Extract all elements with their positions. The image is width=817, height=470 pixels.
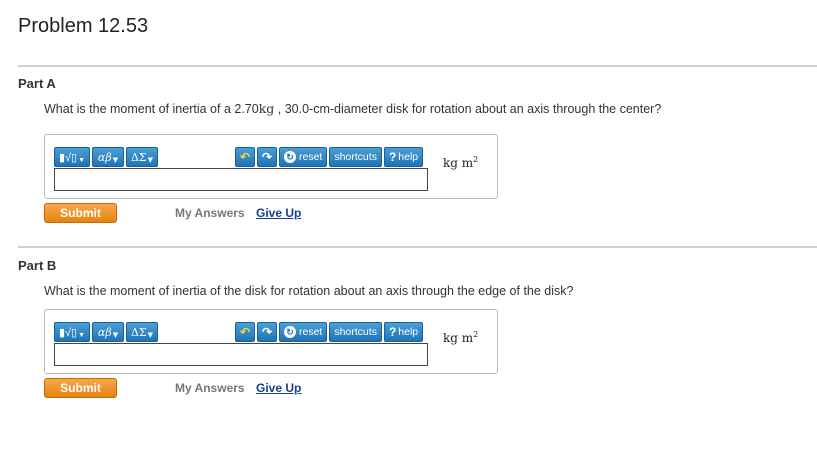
greek-dropdown-button[interactable]: αβ ▼ [92, 322, 124, 342]
part-a-question-text-1: What is the moment of inertia of a 2.70 [44, 102, 259, 116]
part-b-submit-button[interactable]: Submit [44, 378, 117, 398]
unit-exponent: 2 [473, 330, 479, 339]
templates-label: ▮√▯ [58, 151, 78, 164]
part-a-edit-tools: ↶ ↷ ↻ reset shortcuts ? help [235, 147, 425, 167]
shortcuts-button[interactable]: shortcuts [329, 147, 382, 167]
templates-dropdown-button[interactable]: ▮√▯ ▼ [54, 147, 90, 167]
part-b-give-up-link[interactable]: Give Up [256, 381, 301, 395]
reset-button[interactable]: ↻ reset [279, 322, 328, 342]
part-b-answer-input[interactable] [54, 343, 428, 366]
part-a-answer-box: ▮√▯ ▼ αβ ▼ ΔΣ ▼ ↶ ↷ ↻ reset shortcuts ? help … [44, 134, 498, 199]
part-b-my-answers-link[interactable]: My Answers [175, 381, 245, 395]
help-icon: ? [388, 325, 397, 339]
undo-icon: ↶ [239, 325, 251, 339]
page-title: Problem 12.53 [18, 15, 149, 37]
chevron-down-icon: ▼ [78, 156, 86, 164]
unit-text: kg m [443, 156, 474, 170]
reset-icon: ↻ [284, 151, 296, 163]
operators-dropdown-button[interactable]: ΔΣ ▼ [126, 322, 158, 342]
greek-label: αβ [97, 150, 112, 164]
redo-icon: ↷ [261, 325, 273, 339]
part-b-question: What is the moment of inertia of the dis… [44, 284, 574, 298]
undo-button[interactable]: ↶ [235, 322, 255, 342]
part-a-give-up-link[interactable]: Give Up [256, 206, 301, 220]
part-a-question: What is the moment of inertia of a 2.70k… [44, 101, 661, 116]
part-a-unit: kg m2 [443, 155, 478, 170]
redo-icon: ↷ [261, 150, 273, 164]
unit-text: kg m [443, 331, 474, 345]
part-b-answer-box: ▮√▯ ▼ αβ ▼ ΔΣ ▼ ↶ ↷ ↻ reset shortcuts ? help … [44, 309, 498, 374]
chevron-down-icon: ▼ [78, 331, 86, 339]
undo-button[interactable]: ↶ [235, 147, 255, 167]
undo-icon: ↶ [239, 150, 251, 164]
part-a-submit-button[interactable]: Submit [44, 203, 117, 223]
part-a-math-toolbar: ▮√▯ ▼ αβ ▼ ΔΣ ▼ [54, 147, 160, 167]
help-icon: ? [388, 150, 397, 164]
unit-exponent: 2 [473, 155, 479, 164]
operators-label: ΔΣ [130, 325, 147, 339]
help-label: help [398, 151, 419, 163]
greek-dropdown-button[interactable]: αβ ▼ [92, 147, 124, 167]
part-b-title: Part B [18, 258, 57, 273]
chevron-down-icon: ▼ [147, 331, 154, 339]
templates-dropdown-button[interactable]: ▮√▯ ▼ [54, 322, 90, 342]
chevron-down-icon: ▼ [147, 156, 154, 164]
part-a-my-answers-link[interactable]: My Answers [175, 206, 245, 220]
help-button[interactable]: ? help [383, 147, 424, 167]
divider [18, 65, 817, 67]
shortcuts-button[interactable]: shortcuts [329, 322, 382, 342]
divider [18, 246, 817, 248]
chevron-down-icon: ▼ [112, 156, 119, 164]
part-a-title: Part A [18, 76, 56, 91]
reset-label: reset [299, 151, 323, 163]
part-b-math-toolbar: ▮√▯ ▼ αβ ▼ ΔΣ ▼ [54, 322, 160, 342]
part-b-edit-tools: ↶ ↷ ↻ reset shortcuts ? help [235, 322, 425, 342]
reset-button[interactable]: ↻ reset [279, 147, 328, 167]
reset-icon: ↻ [284, 326, 296, 338]
greek-label: αβ [97, 325, 112, 339]
part-a-answer-input[interactable] [54, 168, 428, 191]
chevron-down-icon: ▼ [112, 331, 119, 339]
help-label: help [398, 326, 419, 338]
part-b-unit: kg m2 [443, 330, 478, 345]
reset-label: reset [299, 326, 323, 338]
operators-label: ΔΣ [130, 150, 147, 164]
help-button[interactable]: ? help [383, 322, 424, 342]
shortcuts-label: shortcuts [334, 326, 377, 338]
shortcuts-label: shortcuts [334, 151, 377, 163]
redo-button[interactable]: ↷ [257, 147, 277, 167]
part-a-question-text-2: , 30.0-cm-diameter disk for rotation abo… [274, 102, 662, 116]
part-a-question-unit: kg [258, 101, 275, 116]
redo-button[interactable]: ↷ [257, 322, 277, 342]
operators-dropdown-button[interactable]: ΔΣ ▼ [126, 147, 158, 167]
templates-label: ▮√▯ [58, 326, 78, 339]
